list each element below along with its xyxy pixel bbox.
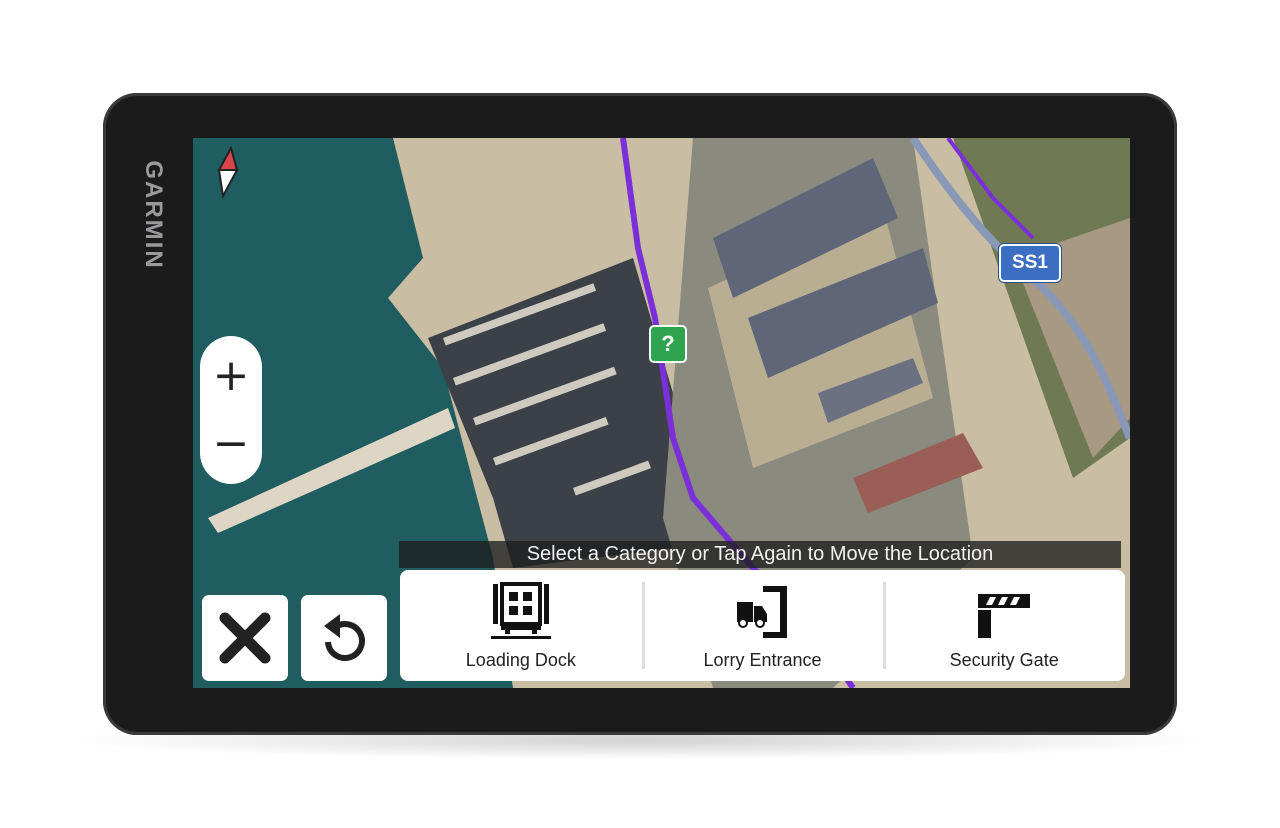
close-icon	[219, 612, 271, 664]
zoom-control: + −	[200, 336, 262, 484]
zoom-in-button[interactable]: +	[200, 340, 262, 410]
map-screen[interactable]: ? SS1 + − Select a Category or Tap Again…	[193, 138, 1130, 688]
poi-marker[interactable]: ?	[649, 325, 687, 363]
cancel-button[interactable]	[202, 595, 288, 681]
road-shield-ss1: SS1	[999, 244, 1061, 282]
category-security-gate[interactable]: Security Gate	[883, 570, 1125, 681]
security-gate-icon	[978, 594, 1031, 638]
lorry-entrance-icon	[736, 586, 787, 638]
reset-button[interactable]	[301, 595, 387, 681]
loading-dock-icon	[490, 582, 551, 639]
category-lorry-entrance[interactable]: Lorry Entrance	[641, 570, 884, 681]
instruction-banner: Select a Category or Tap Again to Move t…	[399, 541, 1121, 568]
category-label: Security Gate	[949, 650, 1059, 670]
category-bar: Loading Dock Lorry Entrance Security Gat…	[400, 570, 1125, 681]
rotate-ccw-icon	[324, 614, 365, 661]
brand-logo: GARMIN	[140, 160, 167, 270]
zoom-out-button[interactable]: −	[200, 408, 262, 478]
category-label: Lorry Entrance	[703, 650, 822, 670]
category-label: Loading Dock	[465, 650, 576, 670]
category-loading-dock[interactable]: Loading Dock	[400, 570, 642, 681]
compass-north-icon[interactable]	[215, 145, 239, 205]
